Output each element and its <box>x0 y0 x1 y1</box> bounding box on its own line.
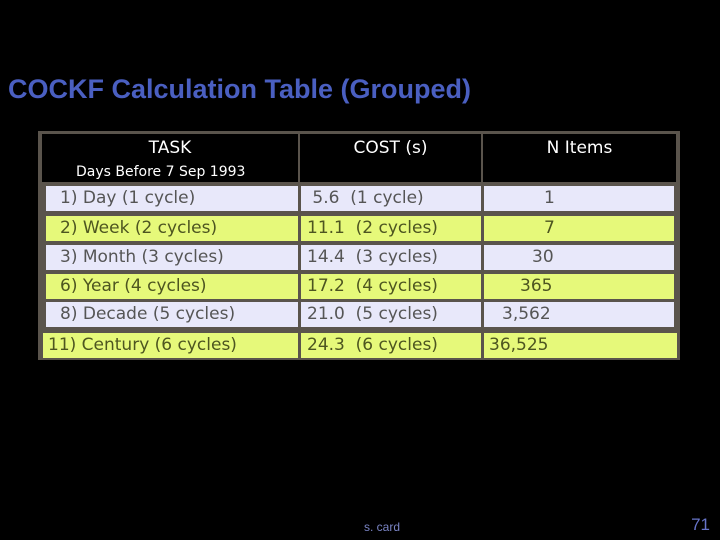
table-row-3-cost: 14.4 (3 cycles) <box>301 245 481 270</box>
table-row-2-n-items: 7 <box>484 216 674 241</box>
table-row-1-task: 1) Day (1 cycle) <box>46 186 298 211</box>
header-n-items: N Items <box>483 134 676 182</box>
table-row-3-task: 3) Month (3 cycles) <box>46 245 298 270</box>
table-row-1-cost: 5.6 (1 cycle) <box>301 186 481 211</box>
table-row-2-task: 2) Week (2 cycles) <box>46 216 298 241</box>
slide-title: COCKF Calculation Table (Grouped) <box>8 74 472 104</box>
page-number: 71 <box>691 515 710 534</box>
table-row-1-n-items: 1 <box>484 186 674 211</box>
table-row-6-cost: 24.3 (6 cycles) <box>301 333 481 358</box>
header-task-label: TASK <box>148 138 192 158</box>
header-n-items-label: N Items <box>546 138 613 158</box>
header-cost: COST (s) <box>300 134 481 182</box>
header-cost-label: COST (s) <box>353 138 428 158</box>
table-row-4-n-items: 365 <box>484 274 674 299</box>
table-row-4-cost: 17.2 (4 cycles) <box>301 274 481 299</box>
table-row-6-task: 11) Century (6 cycles) <box>43 333 298 358</box>
table-row-6-n-items: 36,525 <box>484 333 677 358</box>
header-task-subtitle: Days Before 7 Sep 1993 <box>76 164 246 180</box>
footer-author: s. card <box>364 520 401 534</box>
table-row-4-task: 6) Year (4 cycles) <box>46 274 298 299</box>
table-row-5-task: 8) Decade (5 cycles) <box>46 302 298 327</box>
table-row-5-n-items: 3,562 <box>484 302 674 327</box>
table-row-2-cost: 11.1 (2 cycles) <box>301 216 481 241</box>
table-row-3-n-items: 30 <box>484 245 674 270</box>
table-row-5-cost: 21.0 (5 cycles) <box>301 302 481 327</box>
